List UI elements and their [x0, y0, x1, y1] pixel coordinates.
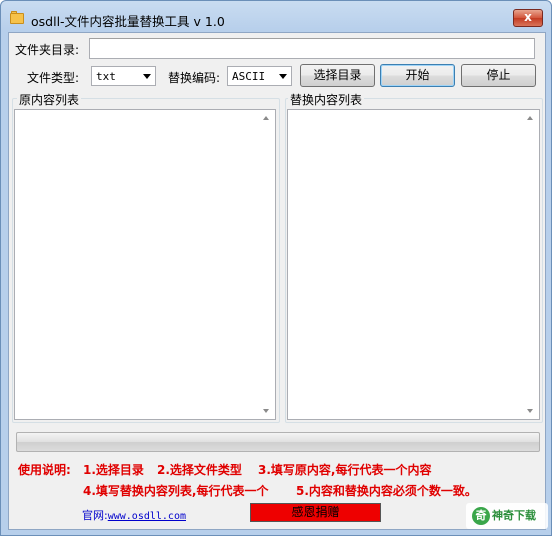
encoding-label: 替换编码: — [168, 71, 221, 85]
website-label: 官网: — [82, 509, 108, 522]
watermark-text: 神奇下载 — [492, 509, 536, 522]
chevron-down-icon — [143, 74, 151, 79]
stop-button[interactable]: 停止 — [461, 64, 536, 87]
instruction-step-1: 1.选择目录 — [83, 463, 144, 477]
select-directory-button[interactable]: 选择目录 — [300, 64, 375, 87]
filetype-select[interactable]: txt — [91, 66, 156, 86]
original-content-list[interactable] — [14, 109, 276, 420]
instruction-step-2: 2.选择文件类型 — [157, 463, 242, 477]
encoding-value: ASCII — [232, 70, 266, 83]
folder-path-input[interactable] — [89, 38, 535, 59]
folder-icon — [10, 11, 24, 24]
title-bar: osdll-文件内容批量替换工具 v 1.0 x — [1, 1, 551, 31]
instructions-prefix: 使用说明: — [18, 463, 71, 477]
folder-label: 文件夹目录: — [15, 43, 80, 57]
instruction-step-4: 4.填写替换内容列表,每行代表一个 — [83, 484, 269, 498]
window-title: osdll-文件内容批量替换工具 v 1.0 — [31, 14, 225, 29]
replace-content-list[interactable] — [287, 109, 540, 420]
close-button[interactable]: x — [513, 9, 543, 27]
encoding-select[interactable]: ASCII — [227, 66, 292, 86]
scroll-down-icon[interactable] — [527, 409, 533, 413]
instruction-step-3: 3.填写原内容,每行代表一个内容 — [258, 463, 432, 477]
start-button[interactable]: 开始 — [380, 64, 455, 87]
instruction-step-5: 5.内容和替换内容必须个数一致。 — [296, 484, 477, 498]
website-link[interactable]: 官网:www.osdll.com — [82, 507, 186, 523]
replace-list-title: 替换内容列表 — [288, 91, 365, 108]
original-list-title: 原内容列表 — [17, 91, 82, 108]
scroll-up-icon[interactable] — [263, 116, 269, 120]
filetype-label: 文件类型: — [27, 71, 80, 85]
app-window: osdll-文件内容批量替换工具 v 1.0 x 文件夹目录: 文件类型: tx… — [0, 0, 552, 536]
watermark-logo-icon: 奇 — [472, 507, 490, 525]
progress-bar — [16, 432, 540, 452]
scroll-down-icon[interactable] — [263, 409, 269, 413]
original-list-scrollbar[interactable] — [258, 110, 275, 419]
donate-button[interactable]: 感恩捐赠 — [250, 503, 381, 522]
filetype-value: txt — [96, 70, 116, 83]
chevron-down-icon — [279, 74, 287, 79]
website-url[interactable]: www.osdll.com — [108, 511, 186, 522]
main-panel: 文件夹目录: 文件类型: txt 替换编码: ASCII 选择目录 开始 停止 … — [8, 32, 548, 530]
watermark-badge: 奇 神奇下载 — [466, 503, 548, 529]
scroll-up-icon[interactable] — [527, 116, 533, 120]
replace-list-scrollbar[interactable] — [522, 110, 539, 419]
